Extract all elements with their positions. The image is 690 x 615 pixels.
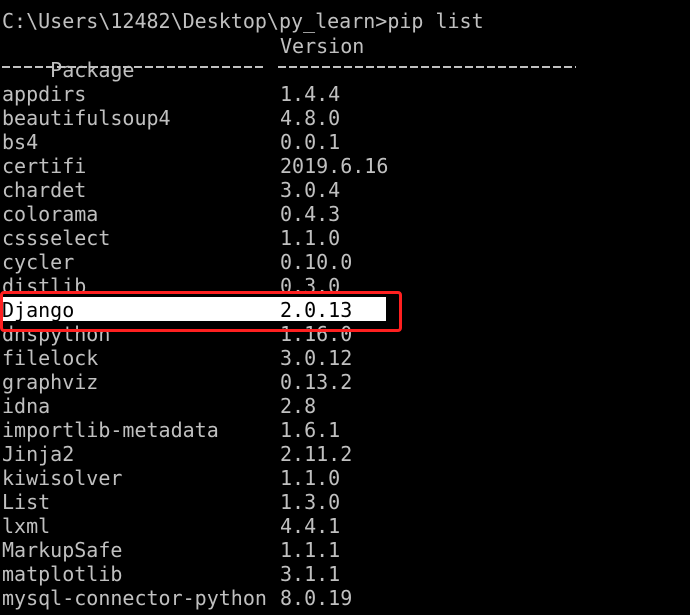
- package-name: cycler: [2, 250, 75, 274]
- package-name: matplotlib: [2, 562, 123, 586]
- package-version: 2.8: [280, 394, 317, 418]
- table-row: appdirs 1.4.4: [2, 82, 340, 106]
- package-name: certifi: [2, 154, 87, 178]
- table-row: colorama 0.4.3: [2, 202, 340, 226]
- annotation-box: [0, 291, 402, 332]
- command-prompt-line: C:\Users\12482\Desktop\py_learn>pip list: [2, 9, 484, 33]
- version-column-header: Version: [280, 34, 365, 58]
- package-version: 3.0.12: [280, 346, 353, 370]
- package-version: 1.6.1: [280, 418, 341, 442]
- table-row: MarkupSafe 1.1.1: [2, 538, 340, 562]
- package-version: 0.10.0: [280, 250, 353, 274]
- table-row: beautifulsoup4 4.8.0: [2, 106, 340, 130]
- table-row: matplotlib 3.1.1: [2, 562, 340, 586]
- table-row: chardet 3.0.4: [2, 178, 340, 202]
- table-header: Package Version: [2, 34, 364, 82]
- table-row: lxml 4.4.1: [2, 514, 340, 538]
- package-name: cssselect: [2, 226, 111, 250]
- package-version: 1.4.4: [280, 82, 341, 106]
- package-version: 1.1.0: [280, 466, 341, 490]
- package-version: 4.8.0: [280, 106, 341, 130]
- package-name: bs4: [2, 130, 39, 154]
- package-column-header: Package: [50, 58, 135, 82]
- package-name: graphviz: [2, 370, 99, 394]
- table-row: certifi 2019.6.16: [2, 154, 388, 178]
- package-version: 0.0.1: [280, 130, 341, 154]
- package-name: Jinja2: [2, 442, 75, 466]
- table-row: mysql-connector-python 8.0.19: [2, 586, 352, 610]
- package-version: 1.3.0: [280, 490, 341, 514]
- package-name: kiwisolver: [2, 466, 123, 490]
- terminal-window[interactable]: C:\Users\12482\Desktop\py_learn>pip list…: [0, 0, 690, 615]
- package-name: filelock: [2, 346, 99, 370]
- package-name: lxml: [2, 514, 51, 538]
- package-name: idna: [2, 394, 51, 418]
- table-row: bs4 0.0.1: [2, 130, 340, 154]
- version-column-separator: [278, 66, 576, 68]
- package-name: mysql-connector-python: [2, 586, 267, 610]
- package-version: 0.4.3: [280, 202, 341, 226]
- package-version: 4.4.1: [280, 514, 341, 538]
- package-name: List: [2, 490, 51, 514]
- package-version: 0.13.2: [280, 370, 353, 394]
- package-version: 1.1.0: [280, 226, 341, 250]
- package-name: MarkupSafe: [2, 538, 123, 562]
- package-name: chardet: [2, 178, 87, 202]
- table-row: Jinja2 2.11.2: [2, 442, 352, 466]
- table-row: importlib-metadata 1.6.1: [2, 418, 340, 442]
- table-row: cssselect 1.1.0: [2, 226, 340, 250]
- package-name: appdirs: [2, 82, 87, 106]
- package-version: 3.0.4: [280, 178, 341, 202]
- table-row: kiwisolver 1.1.0: [2, 466, 340, 490]
- package-version: 2.11.2: [280, 442, 353, 466]
- table-row: graphviz 0.13.2: [2, 370, 352, 394]
- table-row: cycler 0.10.0: [2, 250, 352, 274]
- package-name: importlib-metadata: [2, 418, 219, 442]
- package-version: 1.1.1: [280, 538, 341, 562]
- package-name: beautifulsoup4: [2, 106, 171, 130]
- package-name: colorama: [2, 202, 99, 226]
- table-row: List 1.3.0: [2, 490, 340, 514]
- table-row: idna 2.8: [2, 394, 316, 418]
- table-row: filelock 3.0.12: [2, 346, 352, 370]
- package-version: 8.0.19: [280, 586, 353, 610]
- package-column-separator: [2, 66, 266, 68]
- package-version: 2019.6.16: [280, 154, 389, 178]
- package-version: 3.1.1: [280, 562, 341, 586]
